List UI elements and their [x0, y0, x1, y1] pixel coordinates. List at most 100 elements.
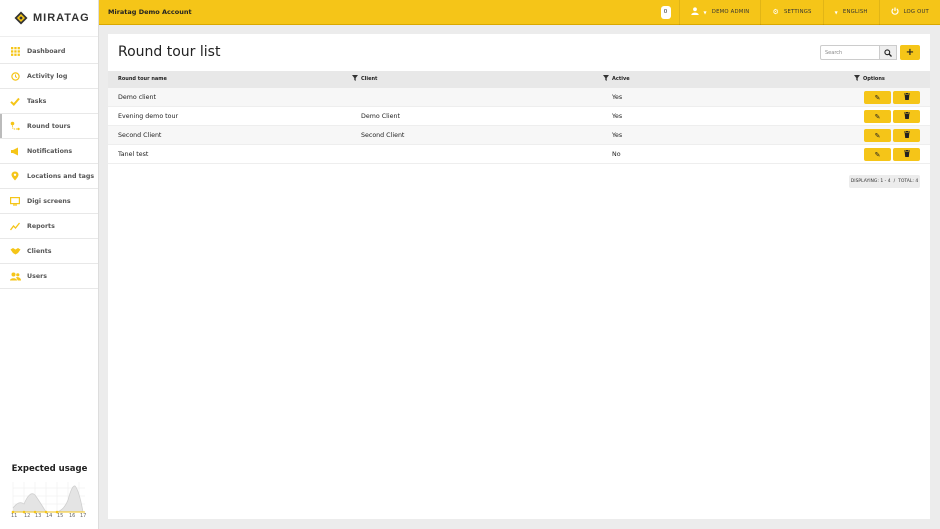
sidebar-item-digi-screens[interactable]: Digi screens	[0, 189, 98, 214]
usage-x-tick: 11	[11, 513, 18, 519]
total-count: TOTAL: 4	[898, 179, 919, 184]
sidebar-item-users[interactable]: Users	[0, 264, 98, 289]
settings-label: SETTINGS	[783, 9, 812, 15]
column-header-client: Client	[361, 76, 378, 82]
filter-icon[interactable]	[854, 75, 860, 83]
search-input[interactable]	[820, 45, 880, 60]
displaying-range: DISPLAYING: 1 - 4	[850, 179, 891, 184]
sidebar-item-label: Clients	[27, 247, 52, 255]
plus-icon: +	[905, 47, 915, 58]
edit-button[interactable]: ✎	[864, 91, 891, 104]
cell-active: Yes	[612, 94, 623, 101]
usage-x-tick: 17	[80, 513, 87, 519]
top-bar: Miratag Demo Account 0 ▼ DEMO ADMIN ⚙ SE…	[99, 0, 940, 25]
pin-icon	[9, 171, 21, 181]
chart-icon	[9, 221, 21, 231]
delete-button[interactable]	[893, 110, 920, 123]
edit-button[interactable]: ✎	[864, 148, 891, 161]
logout-link[interactable]: LOG OUT	[880, 0, 940, 25]
account-name: Miratag Demo Account	[108, 8, 192, 16]
notification-count-badge[interactable]: 0	[660, 5, 671, 19]
table-header: Round tour name Client Active Options	[108, 71, 930, 88]
trash-icon	[903, 93, 910, 102]
users-icon	[9, 271, 21, 281]
cell-client: Demo Client	[361, 113, 400, 120]
grid-icon	[9, 46, 21, 56]
logo[interactable]: MIRATAG	[0, 0, 98, 37]
delete-button[interactable]	[893, 91, 920, 104]
route-icon	[9, 121, 21, 131]
sidebar-item-activity-log[interactable]: Activity log	[0, 64, 98, 89]
sidebar-item-label: Locations and tags	[27, 172, 95, 180]
sidebar-item-clients[interactable]: Clients	[0, 239, 98, 264]
usage-x-tick: 14	[46, 513, 53, 519]
user-menu[interactable]: ▼ DEMO ADMIN	[680, 0, 761, 25]
column-header-options: Options	[863, 76, 885, 82]
pencil-icon: ✎	[874, 150, 881, 159]
trash-icon	[903, 150, 910, 159]
add-round-tour-button[interactable]: +	[900, 45, 920, 60]
sidebar-item-dashboard[interactable]: Dashboard	[0, 39, 98, 64]
trash-icon	[903, 112, 910, 121]
column-header-active: Active	[612, 76, 630, 82]
round-tour-panel: Round tour list + Round tour name Client…	[108, 34, 930, 519]
miratag-logo-icon	[14, 11, 28, 25]
sidebar-item-label: Users	[27, 272, 47, 280]
sidebar-item-label: Tasks	[27, 97, 47, 105]
screen-icon	[9, 196, 21, 206]
check-icon	[9, 96, 21, 106]
edit-button[interactable]: ✎	[864, 110, 891, 123]
logout-icon	[891, 7, 899, 17]
expected-usage-title: Expected usage	[11, 464, 88, 474]
megaphone-icon	[9, 146, 21, 156]
sidebar-item-label: Round tours	[27, 122, 71, 130]
pagination-info: DISPLAYING: 1 - 4 / TOTAL: 4	[849, 175, 920, 188]
pencil-icon: ✎	[874, 112, 881, 121]
sidebar-item-reports[interactable]: Reports	[0, 214, 98, 239]
usage-x-tick: 15	[57, 513, 64, 519]
filter-icon[interactable]	[352, 75, 358, 83]
table-row: Demo client Yes ✎	[108, 88, 930, 107]
pencil-icon: ✎	[874, 131, 881, 140]
sidebar-item-tasks[interactable]: Tasks	[0, 89, 98, 114]
chevron-down-icon: ▼	[703, 9, 707, 15]
sidebar-item-label: Reports	[27, 222, 55, 230]
delete-button[interactable]	[893, 148, 920, 161]
cell-active: Yes	[612, 132, 623, 139]
cell-name: Demo client	[118, 94, 157, 101]
cell-client: Second Client	[361, 132, 405, 139]
gear-icon: ⚙	[772, 8, 779, 16]
cell-name: Tanel test	[118, 151, 149, 158]
search-button[interactable]	[880, 45, 897, 60]
handshake-icon	[9, 246, 21, 256]
sidebar-item-label: Dashboard	[27, 47, 66, 55]
table-row: Second Client Second Client Yes ✎	[108, 126, 930, 145]
page-title: Round tour list	[118, 44, 221, 60]
usage-x-tick: 12	[24, 513, 31, 519]
filter-icon[interactable]	[603, 75, 609, 83]
search-box	[820, 45, 897, 60]
sidebar-item-label: Activity log	[27, 72, 68, 80]
logout-label: LOG OUT	[903, 9, 929, 15]
settings-link[interactable]: ⚙ SETTINGS	[761, 0, 822, 25]
language-selector[interactable]: ▼ ENGLISH	[824, 0, 879, 25]
pencil-icon: ✎	[874, 93, 881, 102]
usage-x-tick: 13	[35, 513, 42, 519]
sidebar-item-label: Digi screens	[27, 197, 71, 205]
sidebar-item-label: Notifications	[27, 147, 73, 155]
cell-name: Second Client	[118, 132, 162, 139]
sidebar: MIRATAG Dashboard Activity log Tasks Rou…	[0, 0, 99, 529]
history-icon	[9, 71, 21, 81]
sidebar-item-round-tours[interactable]: Round tours	[0, 114, 98, 139]
search-icon	[884, 48, 892, 57]
delete-button[interactable]	[893, 129, 920, 142]
sidebar-item-locations-and-tags[interactable]: Locations and tags	[0, 164, 98, 189]
cell-name: Evening demo tour	[118, 113, 179, 120]
trash-icon	[903, 131, 910, 140]
pagination-separator: /	[893, 179, 896, 184]
edit-button[interactable]: ✎	[864, 129, 891, 142]
table-row: Tanel test No ✎	[108, 145, 930, 164]
user-icon	[690, 7, 699, 17]
logo-text: MIRATAG	[33, 12, 90, 24]
sidebar-item-notifications[interactable]: Notifications	[0, 139, 98, 164]
